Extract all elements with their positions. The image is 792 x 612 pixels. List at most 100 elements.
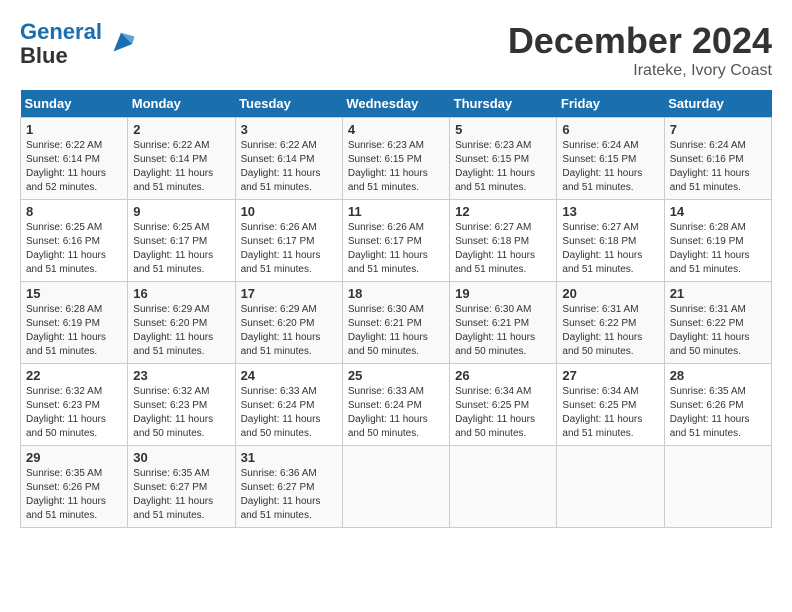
day-info: Sunrise: 6:33 AM Sunset: 6:24 PM Dayligh… [241,385,337,441]
calendar-cell: 2 Sunrise: 6:22 AM Sunset: 6:14 PM Dayli… [128,118,235,200]
calendar-cell: 18 Sunrise: 6:30 AM Sunset: 6:21 PM Dayl… [342,282,449,364]
day-info: Sunrise: 6:22 AM Sunset: 6:14 PM Dayligh… [133,139,229,195]
day-info: Sunrise: 6:24 AM Sunset: 6:15 PM Dayligh… [562,139,658,195]
day-number: 10 [241,204,337,219]
calendar-cell: 15 Sunrise: 6:28 AM Sunset: 6:19 PM Dayl… [21,282,128,364]
day-info: Sunrise: 6:25 AM Sunset: 6:16 PM Dayligh… [26,221,122,277]
day-info: Sunrise: 6:30 AM Sunset: 6:21 PM Dayligh… [348,303,444,359]
day-info: Sunrise: 6:31 AM Sunset: 6:22 PM Dayligh… [562,303,658,359]
day-number: 11 [348,204,444,219]
calendar-cell: 7 Sunrise: 6:24 AM Sunset: 6:16 PM Dayli… [664,118,771,200]
calendar-cell: 26 Sunrise: 6:34 AM Sunset: 6:25 PM Dayl… [450,364,557,446]
calendar-cell: 13 Sunrise: 6:27 AM Sunset: 6:18 PM Dayl… [557,200,664,282]
day-info: Sunrise: 6:23 AM Sunset: 6:15 PM Dayligh… [348,139,444,195]
day-number: 19 [455,286,551,301]
calendar-body: 1 Sunrise: 6:22 AM Sunset: 6:14 PM Dayli… [21,118,772,528]
header-sunday: Sunday [21,90,128,118]
day-number: 26 [455,368,551,383]
day-number: 27 [562,368,658,383]
calendar-cell: 28 Sunrise: 6:35 AM Sunset: 6:26 PM Dayl… [664,364,771,446]
day-info: Sunrise: 6:27 AM Sunset: 6:18 PM Dayligh… [455,221,551,277]
calendar-cell: 31 Sunrise: 6:36 AM Sunset: 6:27 PM Dayl… [235,446,342,528]
calendar-cell: 25 Sunrise: 6:33 AM Sunset: 6:24 PM Dayl… [342,364,449,446]
day-number: 18 [348,286,444,301]
calendar-header-row: SundayMondayTuesdayWednesdayThursdayFrid… [21,90,772,118]
calendar-cell: 4 Sunrise: 6:23 AM Sunset: 6:15 PM Dayli… [342,118,449,200]
calendar-cell: 11 Sunrise: 6:26 AM Sunset: 6:17 PM Dayl… [342,200,449,282]
day-number: 6 [562,122,658,137]
day-number: 2 [133,122,229,137]
day-number: 15 [26,286,122,301]
day-number: 30 [133,450,229,465]
calendar-cell: 17 Sunrise: 6:29 AM Sunset: 6:20 PM Dayl… [235,282,342,364]
calendar-cell [664,446,771,528]
calendar-cell: 8 Sunrise: 6:25 AM Sunset: 6:16 PM Dayli… [21,200,128,282]
location: Irateke, Ivory Coast [508,62,772,80]
day-number: 13 [562,204,658,219]
calendar-cell [342,446,449,528]
day-info: Sunrise: 6:29 AM Sunset: 6:20 PM Dayligh… [241,303,337,359]
calendar-cell: 16 Sunrise: 6:29 AM Sunset: 6:20 PM Dayl… [128,282,235,364]
calendar-cell: 14 Sunrise: 6:28 AM Sunset: 6:19 PM Dayl… [664,200,771,282]
header-wednesday: Wednesday [342,90,449,118]
day-number: 12 [455,204,551,219]
day-info: Sunrise: 6:34 AM Sunset: 6:25 PM Dayligh… [455,385,551,441]
title-area: December 2024 Irateke, Ivory Coast [508,20,772,80]
calendar-week-4: 22 Sunrise: 6:32 AM Sunset: 6:23 PM Dayl… [21,364,772,446]
day-number: 3 [241,122,337,137]
day-number: 7 [670,122,766,137]
day-info: Sunrise: 6:34 AM Sunset: 6:25 PM Dayligh… [562,385,658,441]
calendar-cell: 30 Sunrise: 6:35 AM Sunset: 6:27 PM Dayl… [128,446,235,528]
day-info: Sunrise: 6:22 AM Sunset: 6:14 PM Dayligh… [241,139,337,195]
header-friday: Friday [557,90,664,118]
day-number: 31 [241,450,337,465]
day-info: Sunrise: 6:27 AM Sunset: 6:18 PM Dayligh… [562,221,658,277]
day-info: Sunrise: 6:23 AM Sunset: 6:15 PM Dayligh… [455,139,551,195]
calendar-cell: 5 Sunrise: 6:23 AM Sunset: 6:15 PM Dayli… [450,118,557,200]
day-number: 20 [562,286,658,301]
day-number: 1 [26,122,122,137]
calendar-cell: 6 Sunrise: 6:24 AM Sunset: 6:15 PM Dayli… [557,118,664,200]
day-number: 17 [241,286,337,301]
day-number: 5 [455,122,551,137]
header-thursday: Thursday [450,90,557,118]
calendar-week-3: 15 Sunrise: 6:28 AM Sunset: 6:19 PM Dayl… [21,282,772,364]
header-saturday: Saturday [664,90,771,118]
day-info: Sunrise: 6:26 AM Sunset: 6:17 PM Dayligh… [241,221,337,277]
calendar-week-2: 8 Sunrise: 6:25 AM Sunset: 6:16 PM Dayli… [21,200,772,282]
day-number: 22 [26,368,122,383]
calendar-week-5: 29 Sunrise: 6:35 AM Sunset: 6:26 PM Dayl… [21,446,772,528]
calendar-cell: 12 Sunrise: 6:27 AM Sunset: 6:18 PM Dayl… [450,200,557,282]
month-title: December 2024 [508,20,772,62]
calendar-cell: 9 Sunrise: 6:25 AM Sunset: 6:17 PM Dayli… [128,200,235,282]
calendar-cell: 1 Sunrise: 6:22 AM Sunset: 6:14 PM Dayli… [21,118,128,200]
day-info: Sunrise: 6:28 AM Sunset: 6:19 PM Dayligh… [26,303,122,359]
calendar-cell: 21 Sunrise: 6:31 AM Sunset: 6:22 PM Dayl… [664,282,771,364]
calendar-cell [557,446,664,528]
calendar-cell: 29 Sunrise: 6:35 AM Sunset: 6:26 PM Dayl… [21,446,128,528]
calendar-cell: 27 Sunrise: 6:34 AM Sunset: 6:25 PM Dayl… [557,364,664,446]
day-info: Sunrise: 6:26 AM Sunset: 6:17 PM Dayligh… [348,221,444,277]
calendar-cell: 23 Sunrise: 6:32 AM Sunset: 6:23 PM Dayl… [128,364,235,446]
day-info: Sunrise: 6:32 AM Sunset: 6:23 PM Dayligh… [133,385,229,441]
day-info: Sunrise: 6:35 AM Sunset: 6:27 PM Dayligh… [133,467,229,523]
calendar-cell: 3 Sunrise: 6:22 AM Sunset: 6:14 PM Dayli… [235,118,342,200]
calendar-week-1: 1 Sunrise: 6:22 AM Sunset: 6:14 PM Dayli… [21,118,772,200]
page-header: GeneralBlue December 2024 Irateke, Ivory… [20,20,772,80]
day-number: 23 [133,368,229,383]
day-info: Sunrise: 6:35 AM Sunset: 6:26 PM Dayligh… [670,385,766,441]
day-number: 16 [133,286,229,301]
day-info: Sunrise: 6:32 AM Sunset: 6:23 PM Dayligh… [26,385,122,441]
calendar-cell: 22 Sunrise: 6:32 AM Sunset: 6:23 PM Dayl… [21,364,128,446]
header-tuesday: Tuesday [235,90,342,118]
calendar-cell: 20 Sunrise: 6:31 AM Sunset: 6:22 PM Dayl… [557,282,664,364]
calendar-cell: 24 Sunrise: 6:33 AM Sunset: 6:24 PM Dayl… [235,364,342,446]
logo: GeneralBlue [20,20,136,68]
logo-icon [106,29,136,59]
day-number: 9 [133,204,229,219]
day-info: Sunrise: 6:24 AM Sunset: 6:16 PM Dayligh… [670,139,766,195]
day-info: Sunrise: 6:33 AM Sunset: 6:24 PM Dayligh… [348,385,444,441]
day-info: Sunrise: 6:36 AM Sunset: 6:27 PM Dayligh… [241,467,337,523]
day-number: 21 [670,286,766,301]
day-number: 28 [670,368,766,383]
